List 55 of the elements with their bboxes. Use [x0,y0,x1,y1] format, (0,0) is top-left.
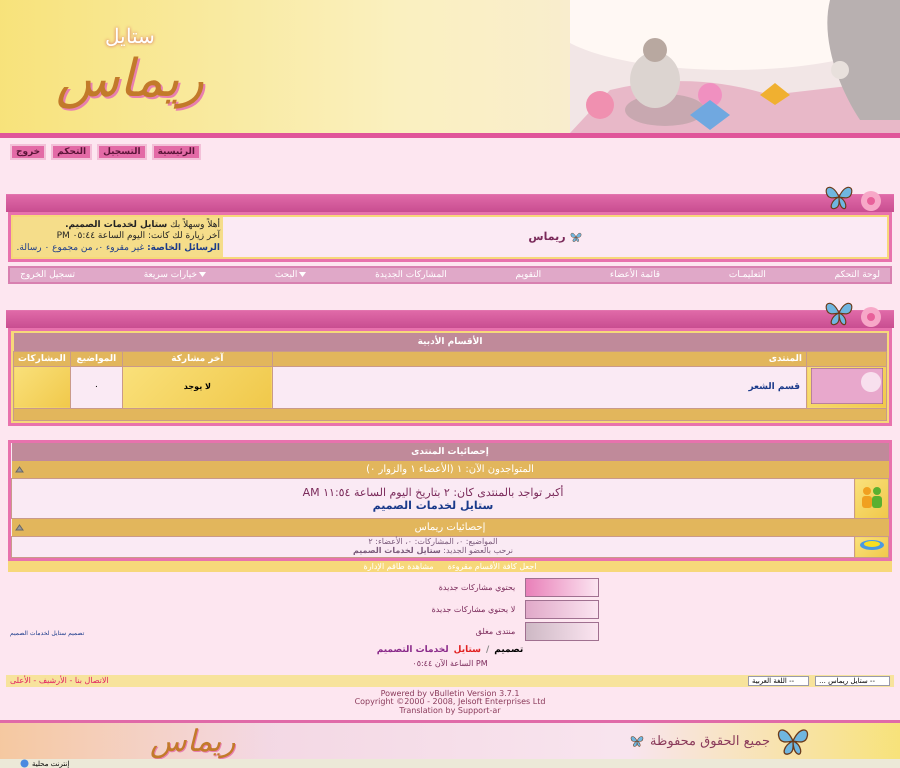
section-title: إحصائيات المنتدى [12,443,888,462]
caret-icon [299,272,306,278]
flower-icon [860,306,882,328]
nav-link[interactable]: لوحة التحكم [834,270,880,280]
copyright-text: Copyright ©2000 - 2008, Jelsoft Enterprises Ltd [354,698,546,706]
newest-member-text: نرحب بالعضو الجديد: ستايل لخدمات الصميم [352,546,514,556]
topics-count: ٠ [94,382,99,392]
nav-link[interactable]: المشاركات الجديدة [375,270,447,280]
legend-label: لا يحتوي مشاركات جديدة [432,604,516,614]
last-visit-text: آخر زيارة لك كانت: اليوم الساعة ٠٥:٤٤ PM [56,231,220,243]
column-header: المواضيع [70,351,122,366]
caret-icon [199,272,206,278]
nav-button[interactable]: الرئيسية [152,144,201,160]
online-title: المتواجدون الآن: ١ (الأعضاء ١ والزوار ٠) [366,464,534,476]
nav-link[interactable]: البحث [274,270,306,280]
legend-label: منتدى مغلق [476,626,516,636]
butterfly-icon [570,230,582,243]
forum-status-icon [810,368,882,404]
collapse-icon[interactable] [14,523,24,532]
nav-link[interactable]: التقويم [516,270,542,280]
footer-logo: ريماس [150,723,235,759]
column-header: آخر مشاركة [122,351,272,366]
rights-text: جميع الحقوق محفوظة [650,734,770,748]
nav-link[interactable]: تسجيل الخروج [20,270,75,280]
section-title: الأقسام الأدبية [14,332,886,352]
stats-icon [858,539,884,552]
nav-link[interactable]: خيارات سريعة [144,270,206,280]
logo-text: ستايل [105,24,155,48]
nav-button[interactable]: التحكم [51,144,92,160]
collapse-icon[interactable] [14,465,24,474]
flower-icon [860,190,882,212]
butterfly-icon [630,734,644,748]
current-time: الساعة الآن ٠٥:٤٤ PM [412,658,488,668]
user-link[interactable]: ستايل لخدمات الصميم [372,498,494,512]
column-header: المشاركات [14,351,70,366]
copyright-text: Powered by vBulletin Version 3.7.1 [380,690,520,698]
messages-text: الرسائل الخاصة: غير مقروء ٠، من مجموع ٠ رسالة. [16,242,220,254]
column-header: المنتدى [272,351,806,366]
nav-link[interactable]: التعليمـات [728,270,766,280]
logo-title: ريماس [56,48,204,109]
record-text: أكبر تواجد بالمنتدى كان: ٢ بتاريخ اليوم الساعة ١١:٥٤ AM [302,486,564,499]
last-post-text: لا يوجد [184,382,211,392]
legend-label: يحتوي مشاركات جديدة [438,582,516,592]
nav-link[interactable]: قائمة الأعضاء [610,270,660,280]
design-credit: تصميم / ستايل لخدمات التصميم [376,644,524,655]
forum-link[interactable]: قسم الشعر [748,382,800,392]
stats-title: إحصائيات ريماس [414,522,486,534]
nav-button[interactable]: التسجيل [97,144,147,160]
nav-button[interactable]: خروج [10,144,46,160]
copyright-text: Translation by Support-ar [399,707,501,716]
forum-name[interactable]: ريماس [528,230,566,244]
counts-text: المواضيع: ٠، المشاركات: ٠، الأعضاء: ٢ [368,538,498,546]
bottom-links[interactable]: الاتصال بنا - الأرشيف - الأعلى [10,676,109,686]
globe-icon [20,759,29,768]
welcome-text: أهلاً وسهلاً بك ستايل لخدمات الصميم. [64,220,220,230]
